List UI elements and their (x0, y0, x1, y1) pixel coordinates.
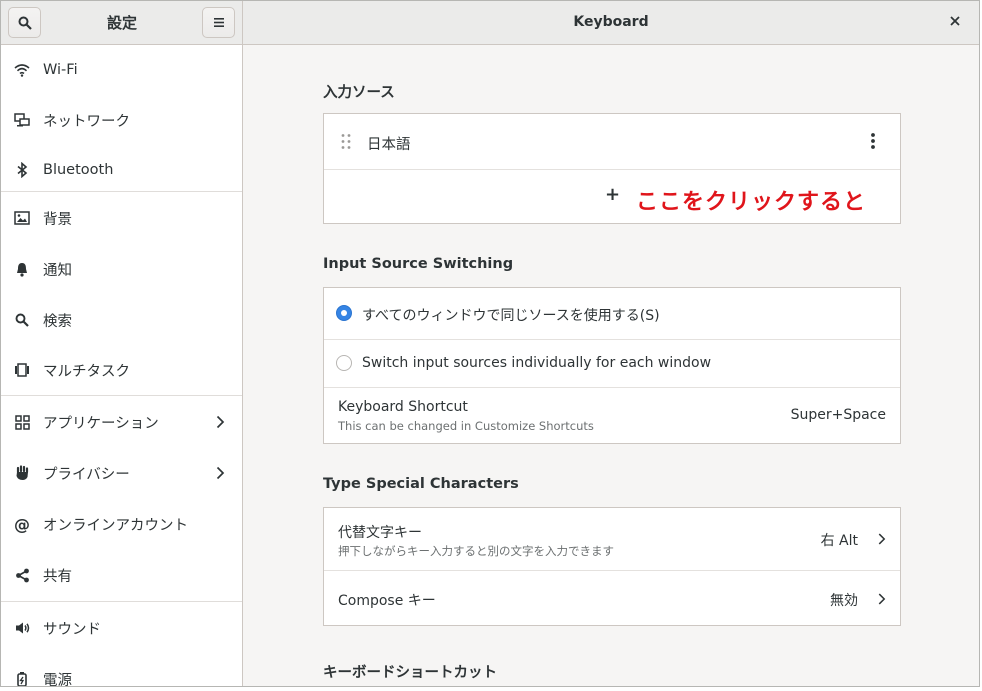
sidebar-divider (1, 395, 242, 396)
chevron-right-icon (216, 466, 225, 480)
input-source-label: 日本語 (367, 137, 411, 153)
sidebar-item-label: 検索 (43, 313, 72, 330)
sidebar-item-privacy[interactable]: プライバシー (1, 448, 242, 498)
compose-key-value: 無効 (830, 593, 858, 609)
option-individual-source-label: Switch input sources individually for ea… (362, 355, 712, 371)
chevron-right-icon (878, 593, 886, 605)
special-characters-list: 代替文字キー 押下しながらキー入力すると別の文字を入力できます 右 Alt Co… (323, 507, 901, 626)
background-icon (14, 210, 30, 226)
annotation-text: ここをクリックすると (636, 190, 867, 215)
sidebar-item-sound[interactable]: サウンド (1, 603, 242, 653)
sidebar-item-label: 電源 (43, 672, 72, 687)
sidebar-item-multitasking[interactable]: マルチタスク (1, 345, 242, 395)
alternate-characters-key-value: 右 Alt (820, 533, 858, 549)
input-source-switching-heading: Input Source Switching (323, 256, 514, 272)
option-individual-source-row[interactable]: Switch input sources individually for ea… (324, 340, 900, 387)
radio-unselected[interactable] (336, 355, 352, 371)
alternate-characters-key-hint: 押下しながらキー入力すると別の文字を入力できます (338, 544, 614, 558)
chevron-right-icon (216, 415, 225, 429)
sidebar-item-label: ネットワーク (43, 113, 130, 130)
chevron-right-icon (878, 533, 886, 545)
sidebar-item-search[interactable]: 検索 (1, 295, 242, 345)
hamburger-menu-icon (213, 18, 224, 27)
search-button[interactable] (8, 7, 41, 38)
sidebar-item-label: Bluetooth (43, 162, 114, 178)
sidebar-item-label: Wi-Fi (43, 62, 78, 78)
alternate-characters-key-label: 代替文字キー (338, 525, 422, 541)
input-source-switching-list: すべてのウィンドウで同じソースを使用する(S) Switch input sou… (323, 287, 901, 444)
sidebar-item-label: アプリケーション (43, 415, 159, 432)
input-sources-list: 日本語 + ここをクリックすると (323, 113, 901, 224)
sidebar-item-network[interactable]: ネットワーク (1, 95, 242, 145)
sidebar-item-label: 通知 (43, 262, 72, 279)
page-title: Keyboard (573, 14, 649, 30)
keyboard-shortcut-value: Super+Space (790, 407, 886, 423)
alternate-characters-key-row[interactable]: 代替文字キー 押下しながらキー入力すると別の文字を入力できます 右 Alt (324, 508, 900, 570)
multitasking-icon (14, 362, 30, 378)
sidebar-item-label: 共有 (43, 568, 72, 585)
keyboard-panel: 入力ソース 日本語 + ここをクリックすると Input Source Swit… (243, 45, 979, 686)
compose-key-label: Compose キー (338, 593, 436, 609)
compose-key-row[interactable]: Compose キー 無効 (324, 571, 900, 626)
keyboard-shortcut-hint: This can be changed in Customize Shortcu… (338, 419, 594, 433)
search-icon (18, 16, 32, 30)
sidebar-item-online-accounts[interactable]: @ オンラインアカウント (1, 499, 242, 549)
share-icon (14, 567, 30, 583)
power-icon (14, 671, 30, 686)
drag-handle-icon[interactable] (340, 133, 352, 150)
more-options-icon[interactable] (870, 132, 876, 150)
sidebar-item-power[interactable]: 電源 (1, 654, 242, 686)
sidebar-item-applications[interactable]: アプリケーション (1, 397, 242, 447)
sidebar-divider (1, 601, 242, 602)
sidebar-item-label: サウンド (43, 621, 101, 638)
sidebar-item-background[interactable]: 背景 (1, 193, 242, 243)
sidebar: Wi-Fi ネットワーク Bluetooth 背景 通知 検索 マルチタスク ア… (1, 45, 243, 686)
at-sign-icon: @ (14, 514, 30, 534)
keyboard-shortcuts-heading: キーボードショートカット (323, 665, 497, 681)
network-icon (14, 112, 30, 128)
close-icon (950, 16, 960, 26)
close-button[interactable] (945, 11, 965, 31)
keyboard-shortcut-row[interactable]: Keyboard Shortcut This can be changed in… (324, 388, 900, 444)
sidebar-item-bluetooth[interactable]: Bluetooth (1, 145, 242, 195)
keyboard-shortcut-label: Keyboard Shortcut (338, 399, 468, 415)
sidebar-item-wifi[interactable]: Wi-Fi (1, 45, 242, 95)
content-headerbar: Keyboard (243, 1, 979, 45)
sidebar-item-label: 背景 (43, 211, 72, 228)
sidebar-item-notifications[interactable]: 通知 (1, 244, 242, 294)
sidebar-divider (1, 191, 242, 192)
bell-icon (14, 261, 30, 277)
apps-grid-icon (14, 414, 30, 430)
add-input-source-button[interactable]: + ここをクリックすると (324, 170, 900, 224)
add-icon: + (605, 184, 621, 205)
sidebar-item-label: プライバシー (43, 466, 130, 483)
option-same-source-row[interactable]: すべてのウィンドウで同じソースを使用する(S) (324, 288, 900, 339)
input-sources-heading: 入力ソース (323, 85, 395, 101)
sidebar-item-label: マルチタスク (43, 363, 130, 380)
bluetooth-icon (14, 162, 30, 178)
search-icon (14, 312, 30, 328)
sidebar-item-label: オンラインアカウント (43, 517, 188, 534)
hand-icon (14, 465, 30, 481)
sidebar-item-sharing[interactable]: 共有 (1, 550, 242, 600)
radio-selected[interactable] (336, 305, 352, 321)
sidebar-headerbar: 設定 (1, 1, 243, 45)
option-same-source-label: すべてのウィンドウで同じソースを使用する(S) (362, 308, 660, 324)
special-characters-heading: Type Special Characters (323, 476, 519, 492)
wifi-icon (14, 62, 30, 78)
menu-button[interactable] (202, 7, 235, 38)
speaker-icon (14, 620, 30, 636)
input-source-row[interactable]: 日本語 (324, 114, 900, 169)
settings-window: 設定 Keyboard Wi-Fi ネットワーク Bluetooth 背景 通知… (0, 0, 980, 687)
